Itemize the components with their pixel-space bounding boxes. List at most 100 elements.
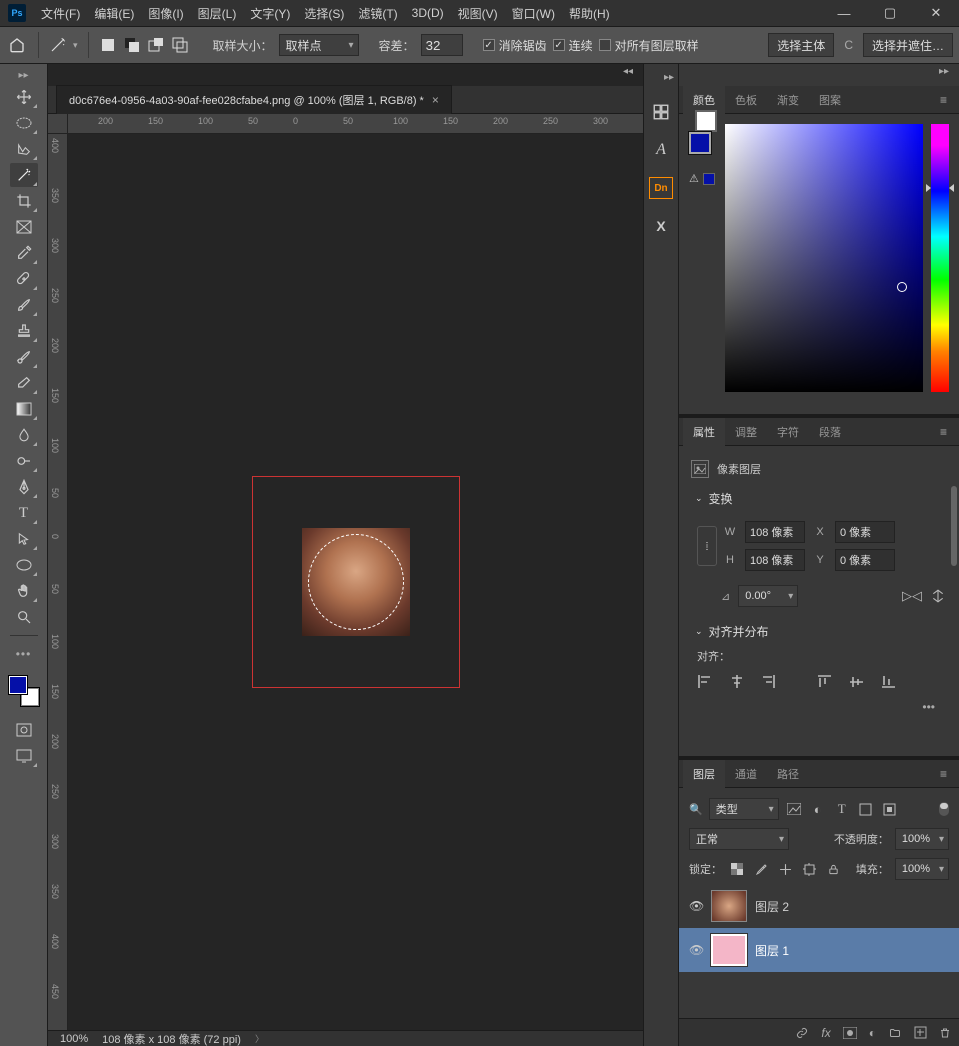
- tab-properties[interactable]: 属性: [683, 418, 725, 446]
- tool-column-expand[interactable]: ▸▸: [18, 68, 28, 83]
- add-selection-icon[interactable]: [123, 36, 141, 54]
- layer-thumbnail[interactable]: [711, 890, 747, 922]
- all-layers-checkbox[interactable]: 对所有图层取样: [599, 37, 699, 54]
- home-icon[interactable]: [6, 34, 28, 56]
- align-hcenter-icon[interactable]: [727, 672, 745, 690]
- close-tab-icon[interactable]: ×: [432, 93, 439, 107]
- eyedropper-tool[interactable]: [10, 241, 38, 265]
- eraser-tool[interactable]: [10, 371, 38, 395]
- transform-collapse-icon[interactable]: ⌄: [695, 493, 703, 504]
- tab-adjustments[interactable]: 调整: [725, 418, 767, 446]
- document-tab[interactable]: d0c676e4-0956-4a03-90af-fee028cfabe4.png…: [56, 85, 452, 114]
- blur-tool[interactable]: [10, 423, 38, 447]
- zoom-level[interactable]: 100%: [60, 1033, 88, 1045]
- filter-type-dropdown[interactable]: 类型: [709, 798, 779, 820]
- layers-panel-menu-icon[interactable]: ≡: [932, 763, 955, 785]
- bg-swatch[interactable]: [695, 110, 717, 132]
- tab-pattern[interactable]: 图案: [809, 86, 851, 114]
- lock-image-icon[interactable]: [752, 860, 770, 878]
- lock-transparency-icon[interactable]: [728, 860, 746, 878]
- filter-adjust-icon[interactable]: ◐: [809, 800, 827, 818]
- layer-item-2[interactable]: 👁 图层 2: [679, 884, 959, 928]
- fx-icon[interactable]: fx: [821, 1026, 830, 1040]
- hue-slider[interactable]: [931, 124, 949, 392]
- mask-icon[interactable]: [843, 1027, 857, 1039]
- menu-window[interactable]: 窗口(W): [505, 1, 562, 26]
- healing-tool[interactable]: [10, 267, 38, 291]
- more-align-icon[interactable]: •••: [691, 696, 947, 718]
- menu-filter[interactable]: 滤镜(T): [351, 1, 404, 26]
- properties-scrollbar[interactable]: [951, 486, 957, 566]
- close-button[interactable]: ✕: [913, 0, 959, 26]
- flip-horizontal-icon[interactable]: ▷◁: [903, 587, 921, 605]
- subtract-selection-icon[interactable]: [147, 36, 165, 54]
- maximize-button[interactable]: ▢: [867, 0, 913, 26]
- menu-layer[interactable]: 图层(L): [191, 1, 244, 26]
- intersect-selection-icon[interactable]: [171, 36, 189, 54]
- align-right-icon[interactable]: [759, 672, 777, 690]
- width-input[interactable]: [745, 521, 805, 543]
- brush-tool[interactable]: [10, 293, 38, 317]
- menu-3d[interactable]: 3D(D): [405, 2, 451, 24]
- visibility-toggle[interactable]: 👁: [689, 943, 703, 957]
- menu-select[interactable]: 选择(S): [297, 1, 351, 26]
- new-layer-icon[interactable]: [914, 1026, 927, 1039]
- tab-layers[interactable]: 图层: [683, 760, 725, 788]
- layer-item-1[interactable]: 👁 图层 1: [679, 928, 959, 972]
- delete-layer-icon[interactable]: [939, 1026, 951, 1040]
- move-tool[interactable]: [10, 85, 38, 109]
- glyphs-panel-icon[interactable]: A: [649, 139, 673, 161]
- gamut-warning-icon[interactable]: ⚠: [689, 172, 699, 185]
- tab-character[interactable]: 字符: [767, 418, 809, 446]
- menu-file[interactable]: 文件(F): [34, 1, 87, 26]
- sample-size-dropdown[interactable]: 取样点: [279, 34, 359, 56]
- blend-mode-dropdown[interactable]: 正常: [689, 828, 789, 850]
- height-input[interactable]: [745, 549, 805, 571]
- screen-mode-toggle[interactable]: [10, 744, 38, 768]
- lock-all-icon[interactable]: [824, 860, 842, 878]
- color-swatches[interactable]: [9, 676, 39, 706]
- menu-image[interactable]: 图像(I): [141, 1, 190, 26]
- text-tool[interactable]: T: [10, 501, 38, 525]
- lock-artboard-icon[interactable]: [800, 860, 818, 878]
- filter-shape-icon[interactable]: [857, 800, 875, 818]
- group-icon[interactable]: [888, 1027, 902, 1039]
- fill-input[interactable]: 100%: [895, 858, 949, 880]
- align-collapse-icon[interactable]: ⌄: [695, 626, 703, 637]
- opacity-input[interactable]: 100%: [895, 828, 949, 850]
- marquee-tool[interactable]: [10, 111, 38, 135]
- frame-tool[interactable]: [10, 215, 38, 239]
- rail-expand[interactable]: ▸▸: [660, 70, 678, 85]
- history-brush-tool[interactable]: [10, 345, 38, 369]
- align-left-icon[interactable]: [695, 672, 713, 690]
- link-wh-icon[interactable]: [697, 526, 717, 566]
- tab-gradient[interactable]: 渐变: [767, 86, 809, 114]
- search-icon[interactable]: 🔍: [689, 803, 703, 816]
- layer-name[interactable]: 图层 2: [755, 898, 789, 915]
- filter-pixel-icon[interactable]: [785, 800, 803, 818]
- color-field[interactable]: [725, 124, 923, 392]
- angle-input[interactable]: 0.00°: [738, 585, 798, 607]
- menu-help[interactable]: 帮助(H): [562, 1, 617, 26]
- path-select-tool[interactable]: [10, 527, 38, 551]
- adjustment-layer-icon[interactable]: ◐: [869, 1026, 876, 1040]
- magic-wand-tool-icon[interactable]: [49, 36, 67, 54]
- stamp-tool[interactable]: [10, 319, 38, 343]
- tab-swatches[interactable]: 色板: [725, 86, 767, 114]
- tab-paragraph[interactable]: 段落: [809, 418, 851, 446]
- panel-collapse-left[interactable]: ◂◂: [619, 64, 637, 79]
- dimension-panel-icon[interactable]: Dn: [649, 177, 673, 199]
- fg-color-swatch[interactable]: [9, 676, 27, 694]
- magic-wand-tool[interactable]: [10, 163, 38, 187]
- new-selection-icon[interactable]: [99, 36, 117, 54]
- menu-type[interactable]: 文字(Y): [243, 1, 297, 26]
- color-panel-menu-icon[interactable]: ≡: [932, 89, 955, 111]
- menu-edit[interactable]: 编辑(E): [87, 1, 141, 26]
- hand-tool[interactable]: [10, 579, 38, 603]
- gamut-color[interactable]: [703, 173, 715, 185]
- vertical-ruler[interactable]: 400 350 300 250 200 150 100 50 0 50 100 …: [48, 134, 68, 1030]
- quick-mask-toggle[interactable]: [10, 718, 38, 742]
- zoom-tool[interactable]: [10, 605, 38, 629]
- lock-position-icon[interactable]: [776, 860, 794, 878]
- panels-collapse[interactable]: ▸▸: [935, 64, 953, 79]
